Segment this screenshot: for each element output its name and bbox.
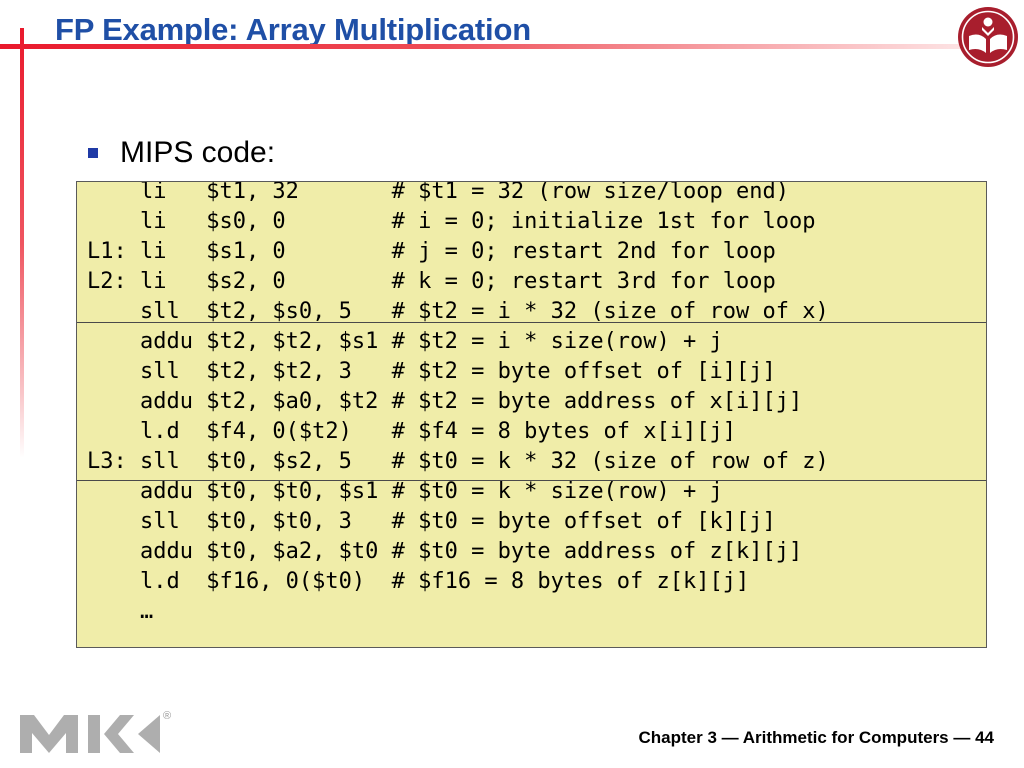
code-line: l.d $f16, 0($t0) # $f16 = 8 bytes of z[k… [87,569,750,594]
code-line: addu $t2, $a0, $t2 # $t2 = byte address … [87,389,803,414]
bullet-square-icon [88,148,98,158]
code-line: sll $t2, $s0, 5 # $t2 = i * 32 (size of … [87,299,829,324]
code-line: li $s0, 0 # i = 0; initialize 1st for lo… [87,209,816,234]
slide-title: FP Example: Array Multiplication [55,12,531,47]
code-line: L3: sll $t0, $s2, 5 # $t0 = k * 32 (size… [87,449,829,474]
left-accent-line [20,28,24,458]
code-line: li $t1, 32 # $t1 = 32 (row size/loop end… [87,181,789,204]
slide-footer: Chapter 3 — Arithmetic for Computers — 4… [638,728,995,747]
code-line: … [87,599,154,624]
code-line: addu $t2, $t2, $s1 # $t2 = i * size(row)… [87,329,723,354]
code-line: L1: li $s1, 0 # j = 0; restart 2nd for l… [87,239,776,264]
code-line: L2: li $s2, 0 # k = 0; restart 3rd for l… [87,269,776,294]
university-seal-icon [958,7,1018,67]
code-line: addu $t0, $t0, $s1 # $t0 = k * size(row)… [87,479,723,504]
publisher-logo-icon: ® [20,710,171,753]
code-line: sll $t0, $t0, 3 # $t0 = byte offset of [… [87,509,776,534]
registered-mark: ® [163,710,171,722]
code-line: l.d $f4, 0($t2) # $f4 = 8 bytes of x[i][… [87,419,737,444]
bullet-text: MIPS code: [120,136,276,169]
title-underline [0,44,960,49]
code-line: addu $t0, $a2, $t0 # $t0 = byte address … [87,539,803,564]
bullet-item: MIPS code: [88,136,275,170]
code-line: sll $t2, $t2, 3 # $t2 = byte offset of [… [87,359,776,384]
code-block: li $t1, 32 # $t1 = 32 (row size/loop end… [76,181,987,648]
